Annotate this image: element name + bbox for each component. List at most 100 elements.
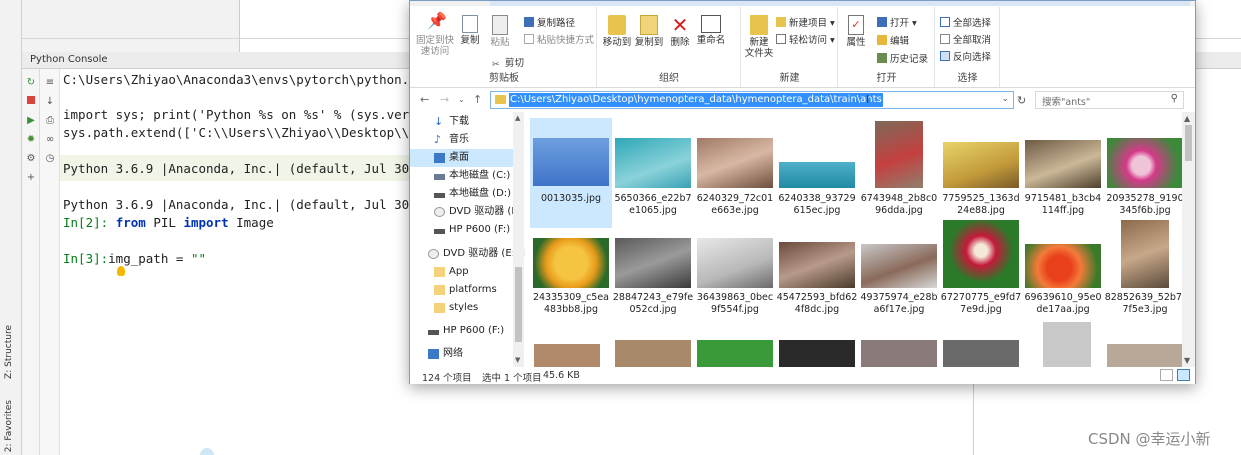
copy-to-button[interactable]: 复制到: [634, 15, 664, 48]
nav-item-drive-d[interactable]: 本地磁盘 (D:): [410, 185, 513, 203]
favorites-tab[interactable]: 2: Favorites: [4, 400, 14, 452]
image-thumbnail[interactable]: [861, 340, 937, 367]
select-all-button[interactable]: 全部选择: [940, 17, 991, 30]
new-folder-button[interactable]: 新建 文件夹: [744, 15, 774, 59]
nav-item-app[interactable]: App: [410, 263, 513, 281]
image-thumbnail[interactable]: [779, 340, 855, 367]
rename-button[interactable]: 重命名: [694, 15, 728, 46]
debug-icon[interactable]: ✹: [25, 134, 37, 146]
image-thumbnail[interactable]: [1043, 322, 1091, 367]
refresh-icon[interactable]: ↻: [1017, 94, 1026, 107]
scroll-down-icon[interactable]: ▼: [515, 356, 520, 364]
structure-tab[interactable]: Z: Structure: [4, 325, 14, 379]
file-tile[interactable]: 9715481_b3cb4114ff.jpg: [1022, 118, 1104, 228]
dvd-icon: [434, 207, 445, 217]
history-button[interactable]: 历史记录: [877, 53, 928, 66]
file-tile[interactable]: 82852639_52b7f7f5e3.jpg: [1104, 220, 1182, 340]
variables-icon[interactable]: ∞: [44, 134, 56, 146]
nav-item-platforms[interactable]: platforms: [410, 281, 513, 299]
nav-item-dvd-e-root[interactable]: DVD 驱动器 (E:) I: [410, 245, 525, 263]
settings-icon[interactable]: ⚙: [25, 153, 37, 165]
open-button[interactable]: 打开 ▾: [877, 17, 917, 30]
scroll-up-icon[interactable]: ▲: [1184, 114, 1190, 123]
image-thumbnail: [533, 238, 609, 288]
copy-path-button[interactable]: 复制路径: [524, 17, 575, 30]
delete-button[interactable]: ✕ 删除: [668, 15, 692, 48]
forward-icon[interactable]: →: [440, 93, 449, 106]
file-tile[interactable]: 28847243_e79fe052cd.jpg: [612, 230, 694, 340]
nav-scrollbar[interactable]: ▲ ▼: [513, 112, 524, 367]
search-input[interactable]: 搜索"ants" ⚲: [1035, 91, 1184, 109]
nav-item-network[interactable]: 网络: [410, 345, 513, 363]
address-dropdown-icon[interactable]: ⌄: [1001, 94, 1009, 104]
file-tile[interactable]: 45472593_bfd624f8dc.jpg: [776, 230, 858, 340]
pin-quick-access-button[interactable]: 📌 固定到快 速访问: [416, 13, 454, 58]
file-name: 45472593_bfd624f8dc.jpg: [776, 292, 858, 315]
edit-button[interactable]: 编辑: [877, 35, 909, 48]
nav-scrollbar-thumb[interactable]: [515, 267, 522, 342]
file-tile[interactable]: 6240338_93729615ec.jpg: [776, 118, 858, 228]
up-icon[interactable]: ↑: [473, 93, 482, 106]
image-thumbnail: [779, 242, 855, 288]
back-icon[interactable]: ←: [420, 93, 429, 106]
recent-locations-icon[interactable]: ⌄: [458, 95, 465, 104]
run-icon[interactable]: ▶: [25, 115, 37, 127]
file-tile[interactable]: 6240329_72c01e663e.jpg: [694, 118, 776, 228]
file-name: 82852639_52b7f7f5e3.jpg: [1104, 292, 1182, 315]
paste-button[interactable]: 粘贴: [488, 15, 512, 48]
add-icon[interactable]: +: [25, 172, 37, 184]
organize-group-label: 组织: [659, 73, 679, 84]
file-tile[interactable]: 5650366_e22b7e1065.jpg: [612, 118, 694, 228]
lightbulb-icon[interactable]: [117, 266, 125, 276]
move-to-button[interactable]: 移动到: [602, 15, 632, 48]
file-tile[interactable]: 49375974_e28ba6f17e.jpg: [858, 230, 940, 340]
large-icons-view-icon[interactable]: [1177, 369, 1190, 381]
image-thumbnail[interactable]: [615, 340, 691, 367]
console-tab-title[interactable]: Python Console: [30, 54, 108, 65]
address-path[interactable]: C:\Users\Zhiyao\Desktop\hymenoptera_data…: [509, 93, 883, 107]
soft-wrap-icon[interactable]: ≡: [44, 77, 56, 89]
nav-item-desktop[interactable]: 桌面: [410, 149, 513, 167]
nav-item-styles[interactable]: styles: [410, 299, 513, 317]
history-icon[interactable]: ◷: [44, 153, 56, 165]
file-tile[interactable]: 20935278_9190345f6b.jpg: [1104, 118, 1182, 228]
nav-item-hp-f-root[interactable]: HP P600 (F:): [410, 322, 513, 340]
scroll-up-icon[interactable]: ▲: [515, 114, 520, 122]
item-count: 124 个项目: [422, 373, 472, 384]
prompt: In[3]:: [63, 251, 109, 266]
paste-shortcut-button[interactable]: 粘贴快捷方式: [524, 34, 594, 47]
file-tile[interactable]: 36439863_0bec9f554f.jpg: [694, 230, 776, 340]
address-input[interactable]: C:\Users\Zhiyao\Desktop\hymenoptera_data…: [490, 91, 1014, 109]
copy-button[interactable]: 复制: [458, 15, 482, 46]
rerun-icon[interactable]: ↻: [25, 77, 37, 89]
nav-item-dvd-e[interactable]: DVD 驱动器 (E:): [410, 203, 525, 221]
nav-item-hp-f[interactable]: HP P600 (F:): [410, 221, 513, 239]
new-item-button[interactable]: 新建项目 ▾: [776, 17, 835, 30]
invert-selection-button[interactable]: 反向选择: [940, 51, 991, 64]
file-name: 20935278_9190345f6b.jpg: [1106, 193, 1182, 216]
file-tile[interactable]: 0013035.jpg: [530, 118, 612, 228]
print-icon[interactable]: ⎙: [44, 115, 56, 127]
nav-item-drive-c[interactable]: 本地磁盘 (C:): [410, 167, 513, 185]
file-tile[interactable]: 6743948_2b8c096dda.jpg: [858, 118, 940, 228]
image-thumbnail[interactable]: [697, 340, 773, 367]
stop-icon[interactable]: [25, 96, 37, 108]
scroll-down-icon[interactable]: ▼: [1184, 356, 1190, 365]
file-tile[interactable]: 24335309_c5ea483bb8.jpg: [530, 230, 612, 340]
select-none-button[interactable]: 全部取消: [940, 34, 991, 47]
image-thumbnail[interactable]: [943, 340, 1019, 367]
file-tile[interactable]: 67270775_e9fd77e9d.jpg: [940, 220, 1022, 340]
console-input-line[interactable]: In[3]:img_path = "": [63, 251, 206, 266]
file-grid-scrollbar[interactable]: ▲ ▼: [1182, 112, 1195, 367]
nav-item-downloads[interactable]: ↓ 下载: [410, 113, 513, 131]
image-thumbnail[interactable]: [1107, 344, 1182, 367]
details-view-icon[interactable]: [1160, 369, 1173, 381]
file-tile[interactable]: 7759525_1363d24e88.jpg: [940, 118, 1022, 228]
nav-item-music[interactable]: ♪ 音乐: [410, 131, 513, 149]
file-grid-scrollbar-thumb[interactable]: [1185, 125, 1192, 161]
scroll-end-icon[interactable]: ↓: [44, 96, 56, 108]
easy-access-button[interactable]: 轻松访问 ▾: [776, 34, 835, 47]
image-thumbnail[interactable]: [534, 344, 600, 367]
properties-button[interactable]: ✓ 属性: [843, 15, 869, 48]
copy-path-label: 复制路径: [537, 18, 576, 29]
